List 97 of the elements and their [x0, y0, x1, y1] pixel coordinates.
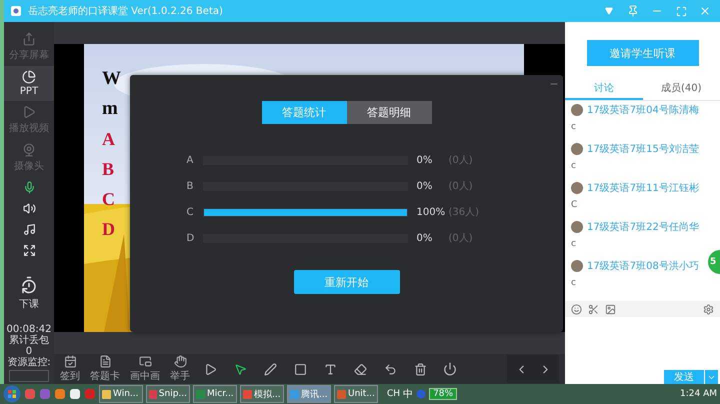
microphone-icon — [22, 181, 36, 194]
app-icon — [290, 390, 299, 398]
square-icon — [294, 362, 306, 376]
end-class-button[interactable]: 下课 — [13, 275, 45, 312]
emoji-button[interactable] — [571, 304, 582, 314]
battery-indicator[interactable]: 78% — [429, 388, 458, 400]
send-options-button[interactable] — [704, 370, 718, 384]
language-indicator[interactable]: CH — [387, 389, 400, 399]
taskbar-button[interactable]: Micr... — [193, 385, 237, 403]
slide-text: D — [102, 218, 116, 241]
avatar — [571, 260, 583, 272]
tab[interactable]: 答题明细 — [346, 101, 432, 124]
image-icon — [605, 304, 616, 314]
clock[interactable]: 1:24 AM — [680, 389, 717, 399]
tab[interactable]: 成员(40) — [642, 78, 720, 100]
speaker-icon — [22, 202, 36, 215]
share-icon — [22, 32, 36, 46]
option-letter: D — [186, 232, 196, 244]
app-icon — [149, 390, 157, 398]
pie-chart-icon — [22, 70, 36, 84]
close-icon — [699, 5, 711, 17]
taskbar-button[interactable]: Unit... — [334, 385, 378, 403]
app-icon — [102, 390, 111, 398]
power-icon — [443, 362, 457, 376]
sidebar-item[interactable]: PPT — [4, 66, 54, 101]
scissors-icon — [588, 304, 599, 314]
window-title: 岳志亮老师的口译课堂 Ver(1.0.2.26 Beta) — [28, 4, 224, 18]
timer: 00:08:42 — [6, 324, 52, 335]
taskbar-button[interactable]: Snip... — [146, 385, 190, 403]
slide-text: C — [102, 188, 116, 211]
message-text: c — [571, 278, 577, 289]
trash-icon — [414, 362, 426, 376]
slide-text: B — [102, 158, 116, 181]
fullscreen-icon — [22, 244, 36, 257]
student-count: (36人) — [448, 206, 480, 219]
undo-icon — [384, 362, 396, 376]
toolbar-item[interactable]: 答题卡 — [90, 355, 120, 383]
stopwatch-icon — [20, 276, 38, 294]
message-text: c — [571, 122, 577, 133]
pen-icon — [264, 362, 276, 376]
calendar-icon — [64, 355, 76, 368]
settings-icon — [703, 304, 714, 314]
app-icon — [337, 390, 346, 398]
option-letter: C — [186, 206, 194, 218]
monitor-label: 资源监控: — [7, 357, 51, 368]
message-text: c — [571, 239, 577, 250]
percentage: 0% — [416, 180, 434, 192]
percentage: 0% — [416, 232, 434, 244]
percentage: 0% — [416, 154, 434, 166]
ime-indicator[interactable]: 中 — [403, 387, 414, 401]
taskbar-button[interactable]: 模拟... — [240, 385, 284, 403]
avatar — [571, 143, 583, 155]
app-icon[interactable] — [69, 388, 81, 400]
pin-icon — [627, 5, 639, 17]
pointer-icon — [234, 362, 246, 376]
slide-text: m — [102, 97, 119, 121]
scissors-button[interactable] — [588, 304, 599, 314]
message-text: c — [571, 161, 577, 172]
app-icon — [243, 390, 252, 398]
app-icon[interactable] — [54, 388, 66, 400]
option-letter: B — [186, 180, 194, 192]
slide-text: W — [102, 67, 121, 91]
play-icon — [204, 362, 216, 376]
avatar — [571, 104, 583, 116]
taskbar-button[interactable]: 腾讯... — [287, 385, 331, 403]
taskbar-button[interactable]: Win... — [99, 385, 143, 403]
percentage: 100% — [416, 206, 446, 218]
picture-in-picture-icon — [138, 355, 152, 368]
settings-button[interactable] — [703, 304, 714, 314]
app-logo-icon — [10, 5, 22, 17]
hand-icon — [174, 355, 186, 368]
slide-text: A — [102, 128, 116, 151]
text-icon — [324, 362, 336, 376]
option-letter: A — [186, 154, 194, 166]
avatar — [571, 182, 583, 194]
webcam-icon — [22, 143, 36, 157]
message-text: C — [571, 200, 578, 211]
smiley-icon — [571, 304, 582, 314]
toolbar-item[interactable]: 画中画 — [130, 355, 160, 383]
toolbar-item[interactable]: 举手 — [170, 355, 190, 383]
play-icon — [22, 105, 36, 119]
app-icon — [196, 390, 205, 398]
student-count: (0人) — [448, 154, 473, 167]
student-count: (0人) — [448, 232, 473, 245]
packet-loss-label: 累计丢包 — [8, 335, 49, 346]
student-count: (0人) — [448, 180, 473, 193]
caret-icon — [605, 7, 613, 15]
document-icon — [98, 355, 112, 368]
eraser-icon — [354, 362, 366, 376]
toolbar-item[interactable]: 签到 — [60, 355, 80, 383]
monitor-box — [9, 370, 49, 382]
maximize-icon — [676, 6, 686, 16]
start-button[interactable] — [3, 385, 21, 403]
image-button[interactable] — [605, 304, 616, 314]
packet-loss-value: 0 — [26, 346, 32, 357]
music-icon — [22, 223, 36, 236]
avatar — [571, 221, 583, 233]
